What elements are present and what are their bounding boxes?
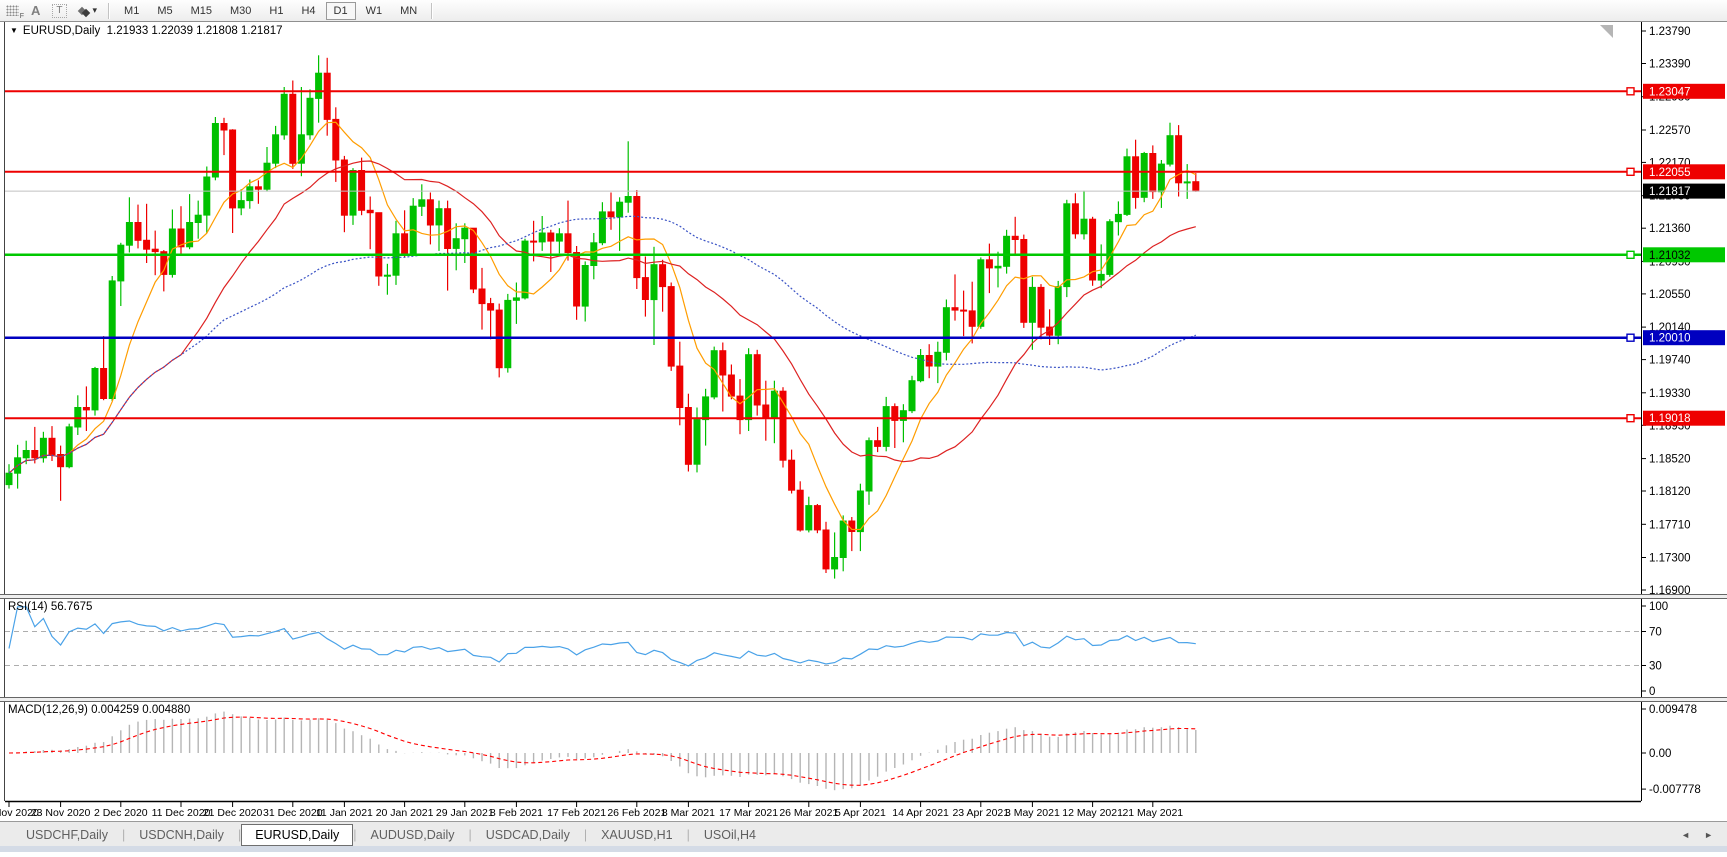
timeframe-button-w1[interactable]: W1 [358,2,391,20]
top-toolbar: F A T ▾ M1 M5 M15 M30 H1 H4 D1 W1 MN [0,0,1727,22]
tabs-holder: USDCHF,Daily | USDCNH,Daily | EURUSD,Daily | A… [0,823,770,846]
svg-text:1.19740: 1.19740 [1649,355,1691,367]
svg-text:21 Dec 2020: 21 Dec 2020 [203,807,263,819]
svg-text:1.20010: 1.20010 [1649,333,1691,345]
svg-text:17 Mar 2021: 17 Mar 2021 [719,807,778,819]
arrow-objects-tool-button[interactable]: ▾ [73,1,104,20]
chart-title: ▼ EURUSD,Daily 1.21933 1.22039 1.21808 1.… [10,25,283,37]
timeframe-group: M1 M5 M15 M30 H1 H4 D1 W1 MN [115,0,426,21]
symbol-tab-usdchf[interactable]: USDCHF,Daily [12,825,122,845]
symbol-tab-usdcad[interactable]: USDCAD,Daily [472,825,584,845]
grid-f-label: F [19,13,24,20]
chart-symbol-label: EURUSD,Daily [22,25,101,37]
timeframe-button-m1[interactable]: M1 [116,2,147,20]
rsi-panel-title: RSI(14) 56.7675 [8,601,92,613]
svg-text:29 Jan 2021: 29 Jan 2021 [436,807,494,819]
grid-fractal-tool-button[interactable]: F [0,1,25,20]
svg-text:100: 100 [1649,601,1668,613]
svg-text:1.20550: 1.20550 [1649,289,1691,301]
timeframe-button-m15[interactable]: M15 [183,2,220,20]
svg-text:1.18120: 1.18120 [1649,486,1691,498]
svg-text:26 Mar 2021: 26 Mar 2021 [779,807,838,819]
macd-values: 0.004259 0.004880 [91,704,191,716]
svg-text:8 Feb 2021: 8 Feb 2021 [490,807,543,819]
svg-text:0.00: 0.00 [1649,748,1671,760]
dotted-grid-icon: F [6,5,24,20]
svg-text:2 Dec 2020: 2 Dec 2020 [94,807,148,819]
svg-text:1.19330: 1.19330 [1649,388,1691,400]
symbol-tab-usoil[interactable]: USOil,H4 [690,825,770,845]
chevron-down-icon: ▾ [92,5,98,15]
svg-text:20 Jan 2021: 20 Jan 2021 [376,807,434,819]
svg-text:8 Mar 2021: 8 Mar 2021 [662,807,715,819]
svg-text:0.009478: 0.009478 [1649,704,1697,716]
chart-canvas[interactable]: 1.237901.233901.229801.225701.221701.217… [0,0,1727,852]
svg-text:11 Jan 2021: 11 Jan 2021 [316,807,373,819]
symbol-tab-xauusd[interactable]: XAUUSD,H1 [587,825,687,845]
svg-text:-0.007778: -0.007778 [1649,784,1701,796]
svg-text:1.17300: 1.17300 [1649,553,1691,565]
symbol-tab-audusd[interactable]: AUDUSD,Daily [356,825,468,845]
svg-text:30: 30 [1649,661,1662,673]
svg-text:23 Apr 2021: 23 Apr 2021 [952,807,1009,819]
svg-text:12 May 2021: 12 May 2021 [1062,807,1123,819]
svg-text:1.22055: 1.22055 [1649,167,1691,179]
chart-ohlc-values: 1.21933 1.22039 1.21808 1.21817 [106,25,283,37]
svg-text:21 May 2021: 21 May 2021 [1122,807,1183,819]
timeframe-button-h4[interactable]: H4 [293,2,323,20]
chart-dropdown-icon[interactable]: ▼ [10,26,18,35]
macd-panel-title: MACD(12,26,9) 0.004259 0.004880 [8,704,190,716]
macd-label: MACD(12,26,9) [8,704,88,716]
text-box-icon: T [52,3,67,18]
svg-text:5 Apr 2021: 5 Apr 2021 [835,807,886,819]
svg-text:3 May 2021: 3 May 2021 [1005,807,1060,819]
svg-text:70: 70 [1649,627,1662,639]
rsi-label: RSI(14) [8,601,48,613]
svg-text:1.23390: 1.23390 [1649,59,1691,71]
tab-scroll-controls: ◄ ► [1681,830,1727,840]
svg-text:1.21032: 1.21032 [1649,250,1691,262]
svg-text:11 Dec 2020: 11 Dec 2020 [152,807,211,819]
symbol-tab-usdcnh[interactable]: USDCNH,Daily [125,825,238,845]
text-a-icon: A [31,3,41,18]
timeframe-button-m30[interactable]: M30 [222,2,259,20]
timeframe-button-d1[interactable]: D1 [325,1,356,20]
tab-scroll-left-button[interactable]: ◄ [1681,830,1690,840]
svg-text:1.23790: 1.23790 [1649,26,1691,38]
svg-text:1.17710: 1.17710 [1649,519,1691,531]
tab-scroll-right-button[interactable]: ► [1704,830,1713,840]
rsi-value: 56.7675 [50,601,93,613]
svg-text:31 Dec 2020: 31 Dec 2020 [263,807,323,819]
text-label-tool-button[interactable]: A [25,1,46,20]
svg-text:1.21817: 1.21817 [1649,186,1691,198]
svg-text:1.19018: 1.19018 [1649,413,1691,425]
toolbar-separator [108,2,111,19]
symbol-tab-bar: USDCHF,Daily | USDCNH,Daily | EURUSD,Daily | A… [0,821,1727,847]
svg-text:23 Nov 2020: 23 Nov 2020 [31,807,91,819]
svg-text:1.23047: 1.23047 [1649,86,1691,98]
status-bar [0,846,1727,852]
timeframe-button-mn[interactable]: MN [392,2,425,20]
svg-text:1.18520: 1.18520 [1649,454,1691,466]
svg-text:1.21360: 1.21360 [1649,223,1691,235]
timeframe-button-h1[interactable]: H1 [261,2,291,20]
symbol-tab-eurusd[interactable]: EURUSD,Daily [241,823,354,846]
svg-text:14 Apr 2021: 14 Apr 2021 [892,807,949,819]
toolbar-separator [431,2,434,19]
svg-text:17 Feb 2021: 17 Feb 2021 [547,807,606,819]
timeframe-button-m5[interactable]: M5 [149,2,180,20]
svg-text:1.22570: 1.22570 [1649,125,1691,137]
svg-text:26 Feb 2021: 26 Feb 2021 [607,807,666,819]
text-box-tool-button[interactable]: T [46,1,72,20]
pane-splitter[interactable] [0,594,1727,599]
pane-splitter[interactable] [0,697,1727,702]
